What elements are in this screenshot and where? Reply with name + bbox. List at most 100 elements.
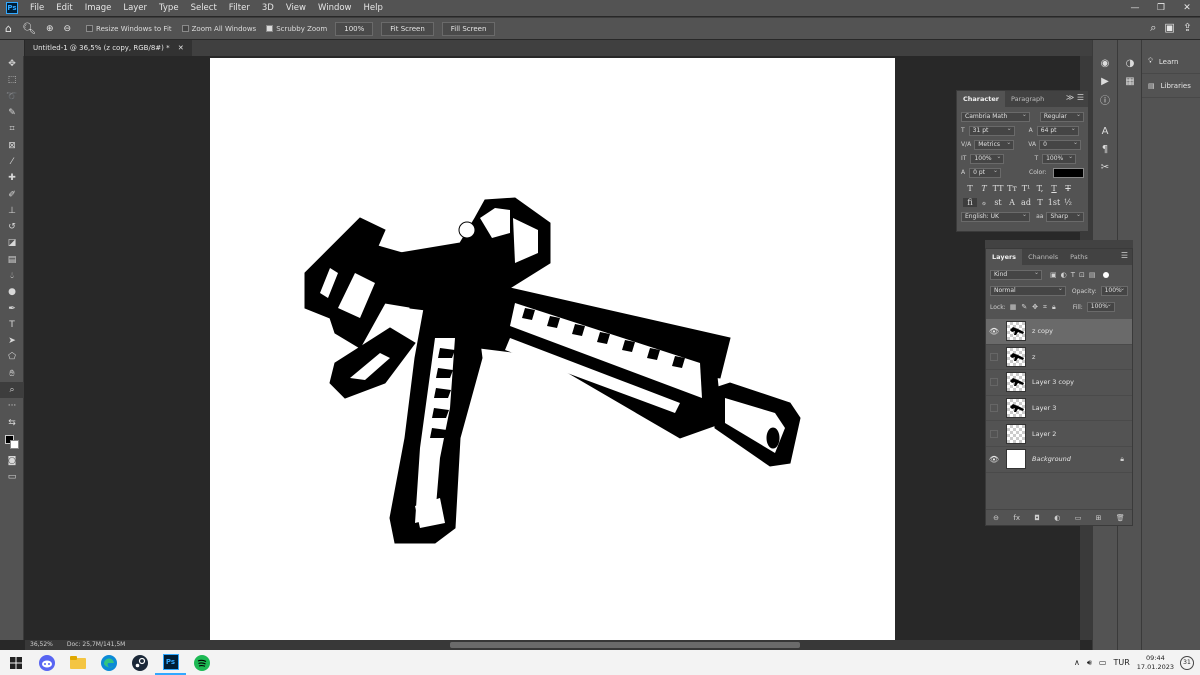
fractions-button[interactable]: ½ bbox=[1061, 198, 1075, 207]
discord-icon[interactable] bbox=[31, 650, 62, 675]
add-mask-icon[interactable]: ◘ bbox=[1034, 514, 1040, 522]
home-icon[interactable]: ⌂ bbox=[5, 22, 12, 35]
language-select[interactable]: English: UK bbox=[961, 211, 1031, 222]
fill-input[interactable]: 100% bbox=[1086, 301, 1115, 312]
layer-row[interactable]: 👁︎ z copy bbox=[986, 319, 1132, 345]
tools-preset-icon[interactable]: ✂ bbox=[1093, 158, 1117, 176]
color-swap-icon[interactable]: ⇆ bbox=[0, 415, 24, 431]
paragraph-icon[interactable]: ¶ bbox=[1093, 140, 1117, 158]
tab-paragraph[interactable]: Paragraph bbox=[1005, 91, 1050, 107]
tray-chevron-icon[interactable]: ∧ bbox=[1074, 658, 1080, 667]
layer-style-icon[interactable]: fx bbox=[1013, 514, 1020, 522]
pen-icon[interactable]: ✒ bbox=[0, 300, 24, 316]
zoom-tool-icon[interactable]: 🔍︎ bbox=[22, 22, 36, 35]
info-icon[interactable]: ⓘ bbox=[1093, 90, 1117, 108]
document-tab[interactable]: Untitled-1 @ 36,5% (z copy, RGB/8#) * ✕ bbox=[25, 40, 192, 56]
superscript-button[interactable]: T¹ bbox=[1019, 184, 1033, 193]
lasso-icon[interactable]: ➰ bbox=[0, 89, 24, 105]
ligatures-button[interactable]: fi bbox=[963, 197, 977, 207]
zoom-value-button[interactable]: 100% bbox=[335, 21, 374, 36]
swash-button[interactable]: A bbox=[1005, 198, 1019, 207]
notification-badge[interactable]: 31 bbox=[1180, 656, 1194, 670]
text-color-swatch[interactable] bbox=[1052, 167, 1084, 178]
delete-layer-icon[interactable]: 🗑 bbox=[1116, 514, 1125, 522]
learn-item[interactable]: 💡︎ Learn bbox=[1142, 50, 1200, 74]
crop-icon[interactable]: ⌗ bbox=[0, 121, 24, 137]
menu-type[interactable]: Type bbox=[153, 3, 185, 13]
visibility-toggle[interactable] bbox=[990, 352, 998, 361]
search-icon[interactable]: ⌕ bbox=[1150, 21, 1156, 35]
marquee-icon[interactable]: ⬚ bbox=[0, 72, 24, 88]
windows-icon[interactable] bbox=[0, 650, 31, 675]
photoshop-logo[interactable]: Ps bbox=[6, 2, 18, 14]
close-button[interactable]: ✕ bbox=[1174, 0, 1200, 16]
layer-name[interactable]: Background bbox=[1032, 455, 1071, 463]
edge-icon[interactable] bbox=[93, 650, 124, 675]
strikethrough-button[interactable]: T bbox=[1061, 184, 1075, 193]
discretionary-ligatures-button[interactable]: st bbox=[991, 198, 1005, 207]
tab-layers[interactable]: Layers bbox=[986, 249, 1023, 265]
horizontal-scrollbar[interactable] bbox=[170, 640, 1080, 650]
restore-button[interactable]: ❐ bbox=[1148, 0, 1174, 16]
panel-menu-icon[interactable]: ≫ ☰ bbox=[1066, 93, 1084, 102]
zoom-all-checkbox[interactable]: Zoom All Windows bbox=[181, 25, 256, 33]
close-icon[interactable]: ✕ bbox=[178, 44, 184, 52]
tab-paths[interactable]: Paths bbox=[1064, 249, 1094, 265]
eyedropper-icon[interactable]: ⁄ bbox=[0, 154, 24, 170]
menu-image[interactable]: Image bbox=[79, 3, 118, 13]
3d-icon[interactable]: ◉ bbox=[1093, 54, 1117, 72]
move-icon[interactable]: ✥ bbox=[0, 56, 24, 72]
layer-name[interactable]: Layer 3 copy bbox=[1032, 378, 1074, 386]
quick-select-icon[interactable]: ✎ bbox=[0, 105, 24, 121]
libraries-item[interactable]: ▤ Libraries bbox=[1142, 74, 1200, 98]
stamp-icon[interactable]: ⊥ bbox=[0, 203, 24, 219]
small-caps-button[interactable]: Tт bbox=[1005, 184, 1019, 193]
filter-icons[interactable]: ▣◐T⊡▤ bbox=[1050, 271, 1099, 279]
subscript-button[interactable]: T, bbox=[1033, 184, 1047, 193]
workspace-icon[interactable]: ▣ bbox=[1164, 21, 1174, 35]
spotify-icon[interactable] bbox=[186, 650, 217, 675]
tab-channels[interactable]: Channels bbox=[1022, 249, 1064, 265]
artboard[interactable] bbox=[210, 58, 895, 640]
language-indicator[interactable]: TUR bbox=[1113, 658, 1129, 667]
healing-icon[interactable]: ✚ bbox=[0, 170, 24, 186]
font-style-select[interactable]: Regular bbox=[1039, 111, 1084, 122]
resize-windows-checkbox[interactable]: Resize Windows to Fit bbox=[86, 25, 172, 33]
zoom-icon[interactable]: ⌕ bbox=[0, 381, 24, 399]
underline-button[interactable]: T bbox=[1047, 184, 1061, 193]
layers-panel-header[interactable] bbox=[985, 240, 1133, 248]
link-layers-icon[interactable]: ⊖ bbox=[993, 514, 999, 522]
ordinals-button[interactable]: 1st bbox=[1047, 198, 1061, 207]
menu-window[interactable]: Window bbox=[312, 3, 358, 13]
zoom-in-icon[interactable]: ⊕ bbox=[46, 24, 54, 34]
play-icon[interactable]: ▶ bbox=[1093, 72, 1117, 90]
layer-row[interactable]: Layer 3 copy bbox=[986, 370, 1132, 396]
font-size-select[interactable]: 31 pt bbox=[968, 125, 1015, 136]
brush-panel-icon[interactable]: ◑ bbox=[1118, 54, 1142, 72]
network-icon[interactable]: ▭ bbox=[1099, 658, 1107, 667]
volume-icon[interactable]: 🔊︎ bbox=[1087, 658, 1092, 668]
status-zoom[interactable]: 36,52% bbox=[30, 640, 53, 650]
scroll-thumb[interactable] bbox=[450, 642, 800, 648]
menu-edit[interactable]: Edit bbox=[50, 3, 78, 13]
tracking-select[interactable]: 0 bbox=[1039, 139, 1082, 150]
layer-row[interactable]: Layer 2 bbox=[986, 421, 1132, 447]
menu-3d[interactable]: 3D bbox=[256, 3, 280, 13]
brush-icon[interactable]: ✐ bbox=[0, 186, 24, 202]
quick-mask-icon[interactable]: ◙ bbox=[0, 453, 24, 469]
menu-filter[interactable]: Filter bbox=[223, 3, 256, 13]
photoshop-icon[interactable]: Ps bbox=[155, 650, 186, 675]
tab-character[interactable]: Character bbox=[957, 91, 1005, 107]
antialias-select[interactable]: Sharp bbox=[1046, 211, 1084, 222]
history-brush-icon[interactable]: ↺ bbox=[0, 219, 24, 235]
menu-file[interactable]: File bbox=[24, 3, 50, 13]
eraser-icon[interactable]: ◪ bbox=[0, 235, 24, 251]
minimize-button[interactable]: — bbox=[1122, 0, 1148, 16]
share-icon[interactable]: ⇪ bbox=[1183, 21, 1192, 35]
layer-name[interactable]: z copy bbox=[1032, 327, 1053, 335]
more-icon[interactable]: ··· bbox=[0, 398, 24, 414]
panel-menu-icon[interactable]: ☰ bbox=[1121, 251, 1128, 260]
visibility-toggle[interactable] bbox=[990, 429, 998, 438]
dodge-icon[interactable]: ● bbox=[0, 284, 24, 300]
contextual-alt-button[interactable]: ℴ bbox=[977, 198, 991, 207]
